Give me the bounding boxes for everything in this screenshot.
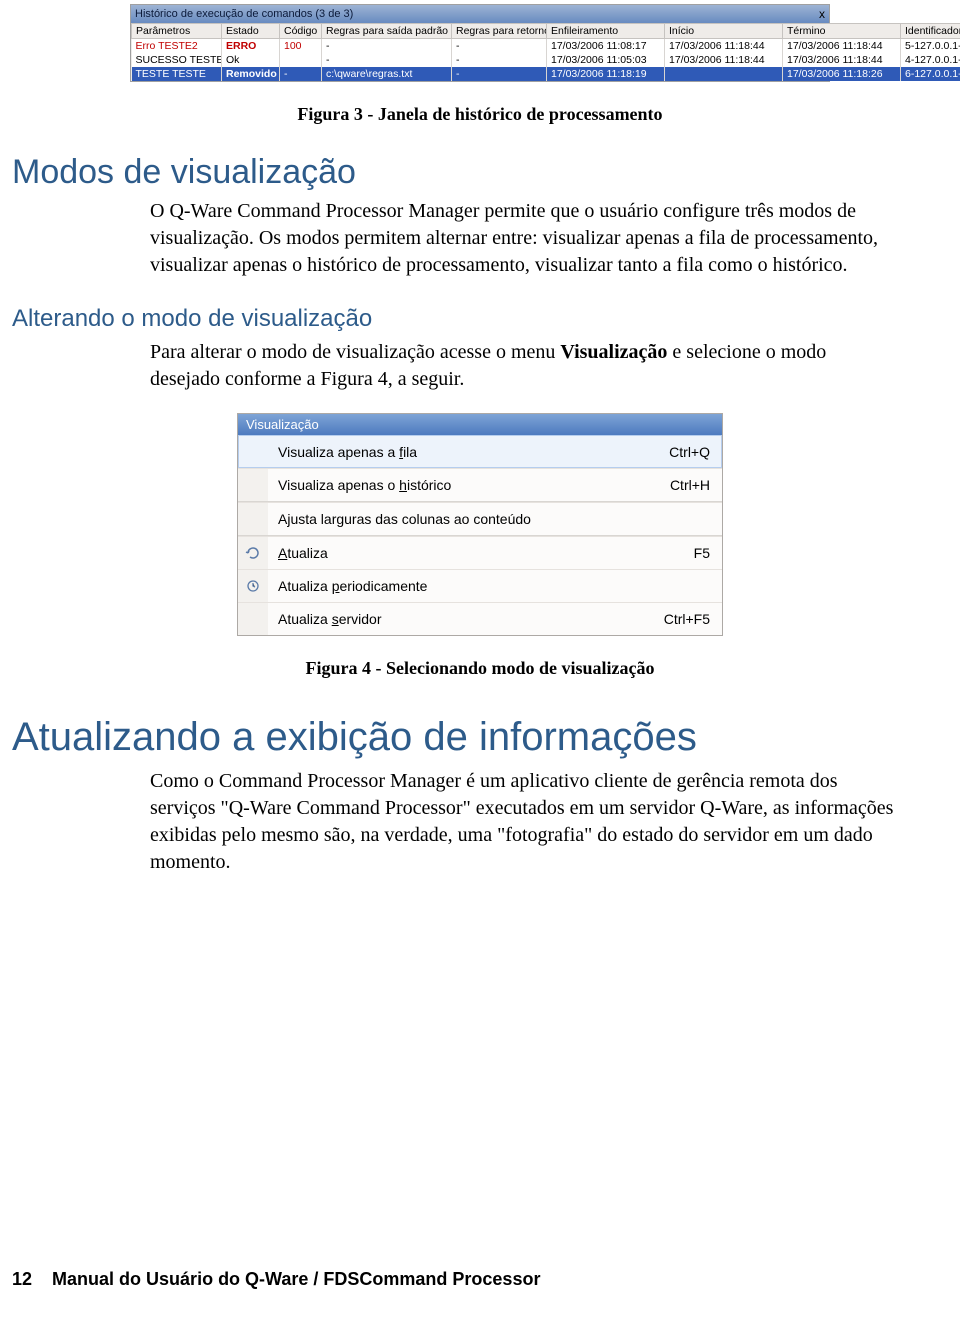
history-table: Parâmetros Estado Código Regras para saí… xyxy=(131,23,960,81)
menu-item[interactable]: Visualiza apenas a filaCtrl+Q xyxy=(238,435,722,468)
col-termino[interactable]: Término xyxy=(783,24,901,39)
table-cell: 17/03/2006 11:18:26 xyxy=(783,67,901,81)
menu-gutter xyxy=(238,603,268,635)
table-cell: 5-127.0.0.1-DBAD xyxy=(901,39,960,54)
menu-item-label: Atualiza servidor xyxy=(268,603,620,635)
menu-item[interactable]: Atualiza periodicamente xyxy=(238,569,722,602)
table-cell: 17/03/2006 11:05:03 xyxy=(547,53,665,67)
paragraph-atualizando: Como o Command Processor Manager é um ap… xyxy=(150,768,900,876)
close-icon[interactable]: x xyxy=(819,7,825,21)
window-title-text: Histórico de execução de comandos (3 de … xyxy=(135,8,353,20)
menu-item-shortcut xyxy=(620,570,722,602)
menu-item-shortcut: F5 xyxy=(620,537,722,569)
table-row[interactable]: Erro TESTE2ERRO100--17/03/2006 11:08:171… xyxy=(132,39,960,54)
col-parametros[interactable]: Parâmetros xyxy=(132,24,222,39)
table-cell: SUCESSO TESTE xyxy=(132,53,222,67)
figure-4-caption: Figura 4 - Selecionando modo de visualiz… xyxy=(0,658,960,679)
table-cell: - xyxy=(452,39,547,54)
visualizacao-menu: Visualização Visualiza apenas a filaCtrl… xyxy=(237,413,723,636)
menu-item-shortcut: Ctrl+Q xyxy=(620,436,722,468)
refresh-icon xyxy=(238,537,268,569)
col-regras-saida[interactable]: Regras para saída padrão xyxy=(322,24,452,39)
history-window: Histórico de execução de comandos (3 de … xyxy=(130,4,830,82)
col-enfileiramento[interactable]: Enfileiramento xyxy=(547,24,665,39)
col-regras-retorno[interactable]: Regras para retorno xyxy=(452,24,547,39)
table-cell: - xyxy=(280,67,322,81)
table-cell xyxy=(280,53,322,67)
menu-item-label: Visualiza apenas a fila xyxy=(268,436,620,468)
clock-icon xyxy=(238,570,268,602)
table-cell: - xyxy=(452,67,547,81)
paragraph-alterando: Para alterar o modo de visualização aces… xyxy=(150,339,900,393)
page-number: 12 xyxy=(12,1269,32,1289)
col-inicio[interactable]: Início xyxy=(665,24,783,39)
col-estado[interactable]: Estado xyxy=(222,24,280,39)
menu-gutter xyxy=(238,436,268,468)
table-cell: 17/03/2006 11:18:44 xyxy=(783,53,901,67)
figure-3-caption: Figura 3 - Janela de histórico de proces… xyxy=(0,104,960,125)
menu-item-label: Atualiza periodicamente xyxy=(268,570,620,602)
table-cell: TESTE TESTE xyxy=(132,67,222,81)
table-cell: 17/03/2006 11:18:44 xyxy=(665,53,783,67)
menu-item[interactable]: Atualiza servidorCtrl+F5 xyxy=(238,602,722,635)
table-cell: 4-127.0.0.1-E73F8 xyxy=(901,53,960,67)
page-footer: 12 Manual do Usuário do Q-Ware / FDSComm… xyxy=(12,1269,540,1290)
table-cell: - xyxy=(322,53,452,67)
col-identificador[interactable]: Identificador xyxy=(901,24,960,39)
table-cell: Ok xyxy=(222,53,280,67)
table-header-row: Parâmetros Estado Código Regras para saí… xyxy=(132,24,960,39)
text-bold: Visualização xyxy=(560,341,667,363)
table-cell: 17/03/2006 11:18:44 xyxy=(783,39,901,54)
footer-title: Manual do Usuário do Q-Ware / FDSCommand… xyxy=(52,1269,540,1289)
table-cell: 17/03/2006 11:08:17 xyxy=(547,39,665,54)
heading-alterando: Alterando o modo de visualização xyxy=(12,305,960,333)
table-cell xyxy=(665,67,783,81)
menu-item[interactable]: Ajusta larguras das colunas ao conteúdo xyxy=(238,502,722,535)
menu-item-shortcut: Ctrl+F5 xyxy=(620,603,722,635)
table-cell: 6-127.0.0.1-4381B xyxy=(901,67,960,81)
menu-item-shortcut xyxy=(620,503,722,535)
menu-item[interactable]: Visualiza apenas o históricoCtrl+H xyxy=(238,468,722,501)
menu-item-label: Ajusta larguras das colunas ao conteúdo xyxy=(268,503,620,535)
heading-modos: Modos de visualização xyxy=(12,153,960,192)
table-cell: c:\qware\regras.txt xyxy=(322,67,452,81)
table-cell: 17/03/2006 11:18:19 xyxy=(547,67,665,81)
table-cell: - xyxy=(322,39,452,54)
menu-gutter xyxy=(238,503,268,535)
window-titlebar: Histórico de execução de comandos (3 de … xyxy=(131,5,829,23)
table-cell: Erro TESTE2 xyxy=(132,39,222,54)
table-row[interactable]: SUCESSO TESTEOk--17/03/2006 11:05:0317/0… xyxy=(132,53,960,67)
col-codigo[interactable]: Código xyxy=(280,24,322,39)
table-cell: ERRO xyxy=(222,39,280,54)
table-cell: - xyxy=(452,53,547,67)
menu-title[interactable]: Visualização xyxy=(238,414,722,435)
menu-item[interactable]: AtualizaF5 xyxy=(238,536,722,569)
paragraph-modos: O Q-Ware Command Processor Manager permi… xyxy=(150,198,900,279)
menu-item-label: Visualiza apenas o histórico xyxy=(268,469,620,501)
table-cell: 100 xyxy=(280,39,322,54)
menu-gutter xyxy=(238,469,268,501)
menu-item-shortcut: Ctrl+H xyxy=(620,469,722,501)
heading-atualizando: Atualizando a exibição de informações xyxy=(12,715,960,760)
menu-item-label: Atualiza xyxy=(268,537,620,569)
table-cell: 17/03/2006 11:18:44 xyxy=(665,39,783,54)
table-row[interactable]: TESTE TESTERemovido-c:\qware\regras.txt-… xyxy=(132,67,960,81)
text: Para alterar o modo de visualização aces… xyxy=(150,341,560,363)
table-cell: Removido xyxy=(222,67,280,81)
